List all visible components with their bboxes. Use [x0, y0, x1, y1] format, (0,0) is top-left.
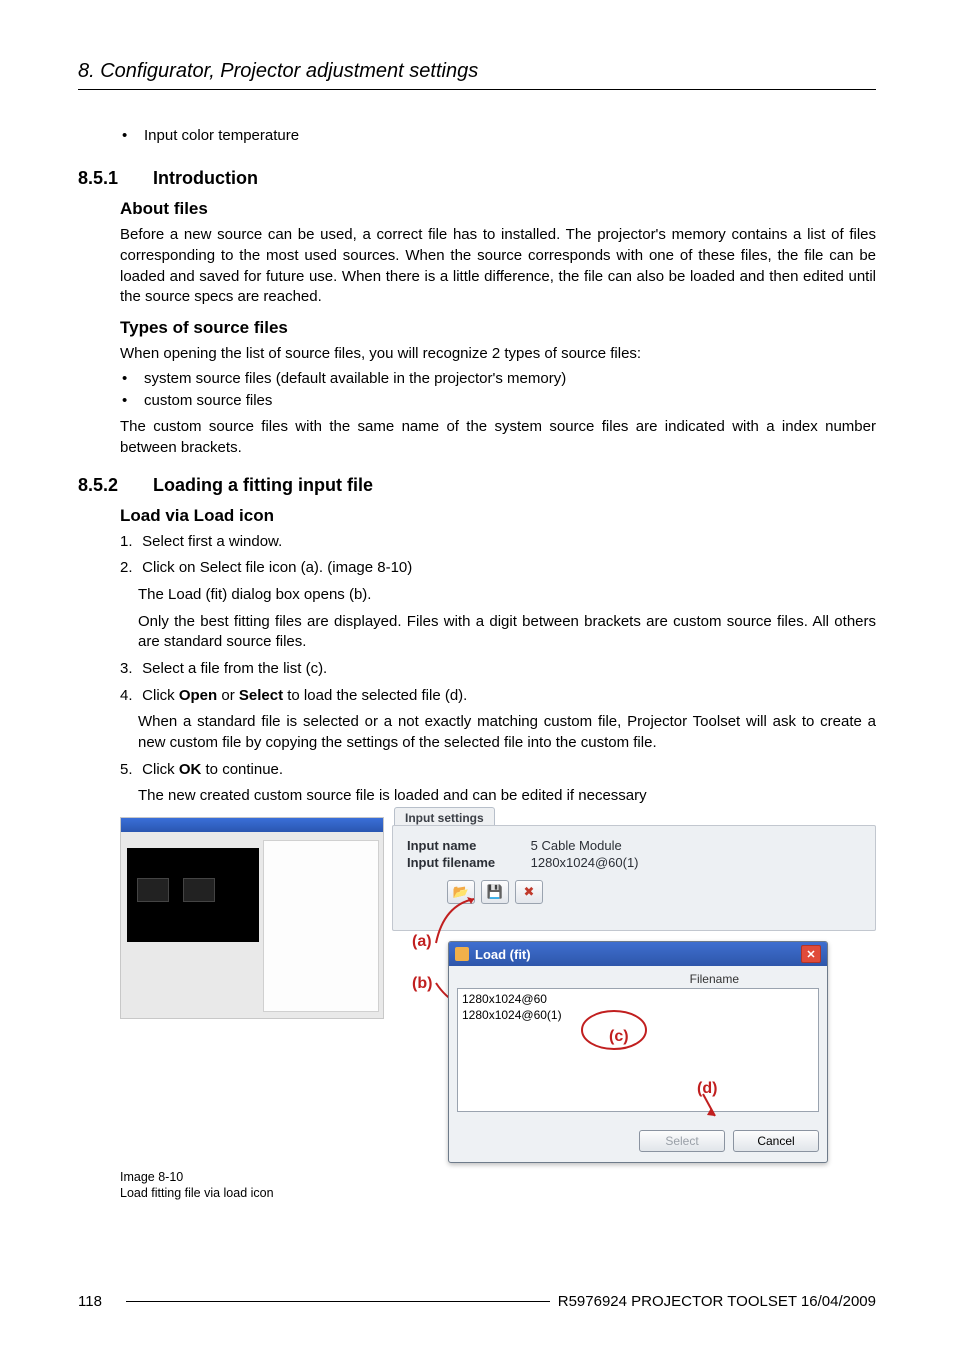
bullet-input-color-temperature: • Input color temperature — [120, 126, 876, 146]
step-4-num: 4. — [120, 686, 138, 707]
section-851-title: Introduction — [153, 168, 258, 188]
step-4-bold-1: Open — [179, 687, 217, 704]
load-fit-dialog: Load (fit) ✕ Filename 1280x1024@60 1280x… — [448, 941, 828, 1163]
step-5-sub-0: The new created custom source file is lo… — [138, 786, 876, 807]
figure-caption: Image 8-10 Load fitting file via load ic… — [120, 1169, 876, 1202]
step-3-num: 3. — [120, 659, 138, 680]
step-2-text: Click on Select file icon (a). (image 8-… — [142, 559, 412, 576]
step-2-sub-1: Only the best fitting files are displaye… — [138, 612, 876, 653]
step-4-pre: Click — [142, 687, 179, 704]
types-tail-paragraph: The custom source files with the same na… — [120, 417, 876, 458]
page-number: 118 — [78, 1293, 118, 1310]
step-4: 4. Click Open or Select to load the sele… — [120, 686, 876, 754]
step-5-pre: Click — [142, 761, 179, 778]
running-head: 8. Configurator, Projector adjustment se… — [78, 60, 876, 83]
annotation-b: (b) — [412, 975, 432, 993]
figure-caption-line-1: Image 8-10 — [120, 1169, 876, 1185]
step-5-post: to continue. — [201, 761, 283, 778]
steps-list: 1. Select first a window. 2. Click on Se… — [120, 532, 876, 808]
input-settings-toolbar: 📂 💾 ✖ — [447, 880, 861, 904]
step-4-bold-2: Select — [239, 687, 283, 704]
list-item[interactable]: 1280x1024@60 — [462, 991, 814, 1007]
page-footer: 118 R5976924 PROJECTOR TOOLSET 16/04/200… — [78, 1293, 876, 1310]
step-1: 1. Select first a window. — [120, 532, 876, 553]
footer-right-text: R5976924 PROJECTOR TOOLSET 16/04/2009 — [558, 1293, 876, 1310]
about-files-heading: About files — [120, 199, 876, 219]
save-file-icon[interactable]: 💾 — [481, 880, 509, 904]
step-2: 2. Click on Select file icon (a). (image… — [120, 558, 876, 653]
step-4-mid: or — [217, 687, 239, 704]
dialog-title: Load (fit) — [475, 947, 531, 962]
types-item-0-text: system source files (default available i… — [144, 369, 566, 389]
step-1-text: Select first a window. — [142, 533, 282, 550]
step-4-post: to load the selected file (d). — [283, 687, 467, 704]
figure-left-thumbnail — [120, 817, 384, 1019]
types-item-0: • system source files (default available… — [120, 369, 876, 389]
delete-file-icon[interactable]: ✖ — [515, 880, 543, 904]
bullet-dot-icon: • — [120, 126, 144, 146]
step-1-num: 1. — [120, 532, 138, 553]
head-rule — [78, 89, 876, 90]
load-via-icon-heading: Load via Load icon — [120, 506, 876, 526]
annotation-a: (a) — [412, 933, 432, 951]
section-851-number: 8.5.1 — [78, 168, 148, 189]
select-file-icon[interactable]: 📂 — [447, 880, 475, 904]
input-filename-value: 1280x1024@60(1) — [531, 855, 639, 870]
filename-column-header: Filename — [457, 972, 819, 986]
about-files-paragraph: Before a new source can be used, a corre… — [120, 225, 876, 308]
types-intro: When opening the list of source files, y… — [120, 344, 876, 365]
section-852-title: Loading a fitting input file — [153, 475, 373, 495]
input-filename-label: Input filename — [407, 855, 527, 870]
step-2-sub-0: The Load (fit) dialog box opens (b). — [138, 585, 876, 606]
step-2-num: 2. — [120, 558, 138, 579]
types-item-1: • custom source files — [120, 391, 876, 411]
bullet-dot-icon: • — [120, 369, 144, 389]
types-heading: Types of source files — [120, 318, 876, 338]
input-name-value: 5 Cable Module — [531, 838, 622, 853]
list-item[interactable]: 1280x1024@60(1) — [462, 1007, 814, 1023]
figure-8-10: Input settings Input name 5 Cable Module… — [120, 817, 876, 1163]
section-851-heading: 8.5.1 Introduction — [78, 168, 876, 189]
section-852-heading: 8.5.2 Loading a fitting input file — [78, 475, 876, 496]
select-button[interactable]: Select — [639, 1130, 725, 1152]
step-5-num: 5. — [120, 760, 138, 781]
bullet-text: Input color temperature — [144, 126, 299, 146]
input-settings-panel: Input name 5 Cable Module Input filename… — [392, 825, 876, 931]
close-icon[interactable]: ✕ — [801, 945, 821, 963]
step-3: 3. Select a file from the list (c). — [120, 659, 876, 680]
file-listbox[interactable]: 1280x1024@60 1280x1024@60(1) — [457, 988, 819, 1112]
section-852-number: 8.5.2 — [78, 475, 148, 496]
figure-caption-line-2: Load fitting file via load icon — [120, 1185, 876, 1201]
dialog-titlebar[interactable]: Load (fit) ✕ — [449, 942, 827, 966]
types-item-1-text: custom source files — [144, 391, 272, 411]
figure-right-panel: Input settings Input name 5 Cable Module… — [392, 817, 876, 1163]
step-5-bold-1: OK — [179, 761, 202, 778]
step-5: 5. Click OK to continue. The new created… — [120, 760, 876, 807]
step-3-text: Select a file from the list (c). — [142, 660, 327, 677]
input-name-label: Input name — [407, 838, 527, 853]
step-4-sub-0: When a standard file is selected or a no… — [138, 712, 876, 753]
footer-rule — [126, 1301, 550, 1302]
cancel-button[interactable]: Cancel — [733, 1130, 819, 1152]
bullet-dot-icon: • — [120, 391, 144, 411]
dialog-title-icon — [455, 947, 469, 961]
